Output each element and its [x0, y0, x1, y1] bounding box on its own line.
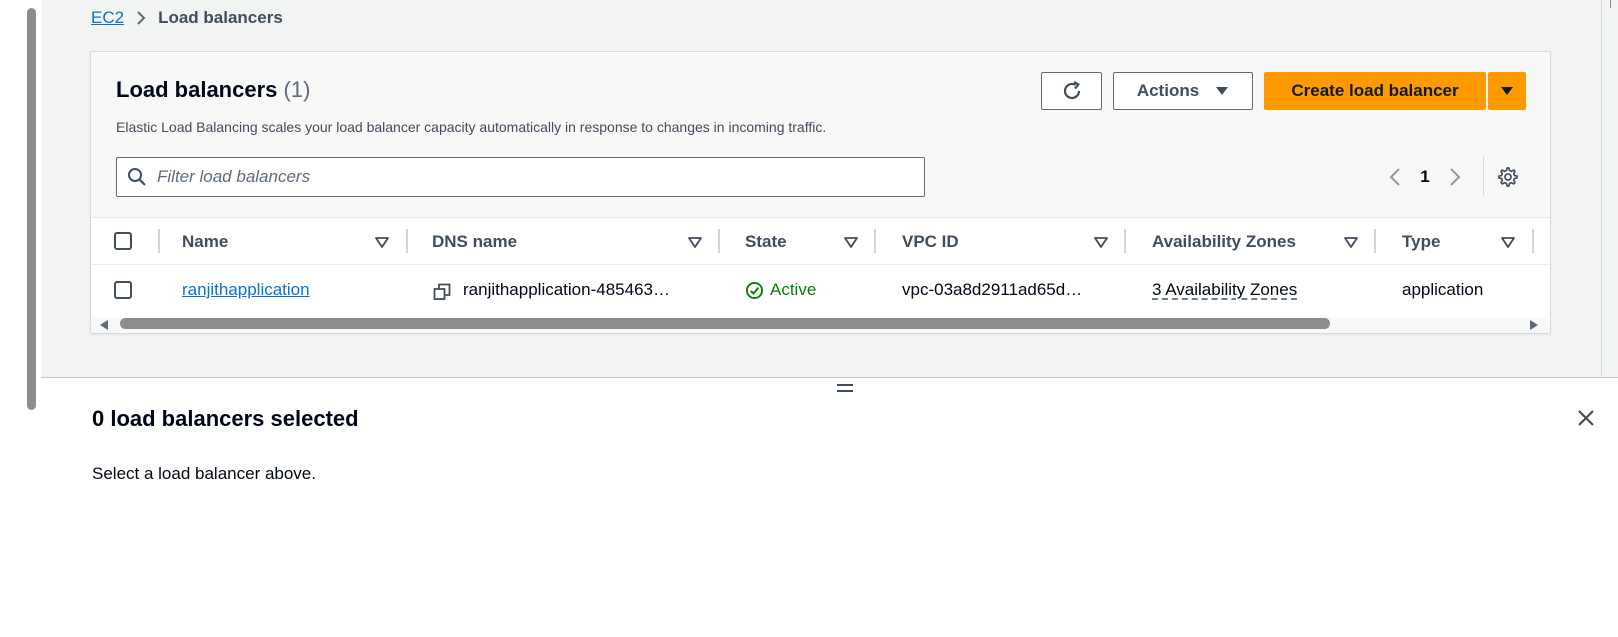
- split-panel-message: Select a load balancer above.: [92, 464, 316, 483]
- sort-icon[interactable]: [1343, 234, 1359, 250]
- column-separator: [158, 229, 160, 253]
- close-split-panel-button[interactable]: [1574, 406, 1598, 430]
- status-indicator: Active: [745, 280, 816, 300]
- left-scrollbar-thumb[interactable]: [27, 8, 36, 410]
- refresh-button[interactable]: [1041, 72, 1102, 110]
- close-icon: [1578, 410, 1594, 426]
- pager-divider: [1483, 156, 1484, 196]
- scroll-left-arrow-icon[interactable]: [99, 319, 109, 331]
- caret-down-icon: [1501, 87, 1513, 95]
- right-divider: [1601, 0, 1602, 378]
- table-header: [91, 218, 1550, 264]
- column-separator[interactable]: [874, 229, 876, 253]
- actions-label: Actions: [1136, 81, 1200, 100]
- column-header-name[interactable]: Name: [182, 232, 228, 252]
- table-row[interactable]: [91, 265, 1550, 317]
- previous-page-button[interactable]: [1380, 162, 1410, 192]
- status-text: Active: [770, 280, 817, 299]
- refresh-icon: [1063, 81, 1080, 100]
- horizontal-scrollbar-thumb[interactable]: [120, 318, 1330, 329]
- caret-down-icon: [1216, 87, 1229, 95]
- type-value: application: [1402, 280, 1484, 299]
- next-page-button[interactable]: [1440, 162, 1470, 192]
- preferences-button[interactable]: [1494, 163, 1522, 191]
- column-separator[interactable]: [1374, 229, 1376, 253]
- column-header-availability-zones[interactable]: Availability Zones: [1152, 232, 1296, 252]
- load-balancer-name-link[interactable]: ranjithapplication: [182, 280, 310, 300]
- scroll-right-arrow-icon[interactable]: [1529, 319, 1539, 331]
- pagination: 1: [1380, 162, 1470, 192]
- status-check-icon: [745, 281, 764, 299]
- split-panel-title: 0 load balancers selected: [92, 406, 359, 431]
- vpc-id-value: vpc-03a8d2911ad65d…: [902, 280, 1083, 299]
- panel-title: Load balancers (1): [116, 77, 310, 103]
- sort-icon[interactable]: [374, 234, 390, 250]
- sort-icon[interactable]: [843, 234, 859, 250]
- availability-zones-popover[interactable]: 3 Availability Zones: [1152, 280, 1297, 300]
- filter-search-field[interactable]: [116, 157, 925, 197]
- select-all-checkbox[interactable]: [114, 232, 132, 250]
- column-separator[interactable]: [718, 229, 720, 253]
- chevron-right-icon: [1450, 168, 1461, 186]
- breadcrumb-ec2-link[interactable]: EC2: [91, 8, 124, 28]
- sort-icon[interactable]: [1500, 234, 1516, 250]
- search-icon: [128, 168, 146, 186]
- chevron-right-icon: [136, 10, 146, 26]
- create-load-balancer-button[interactable]: Create load balancer: [1264, 72, 1486, 110]
- copy-icon[interactable]: [433, 283, 451, 301]
- panel-title-text: Load balancers: [116, 77, 278, 102]
- sort-icon[interactable]: [687, 234, 703, 250]
- sort-icon[interactable]: [1093, 234, 1109, 250]
- dns-name-value: ranjithapplication-485463…: [463, 280, 670, 299]
- panel-description: Elastic Load Balancing scales your load …: [116, 119, 827, 135]
- panel-count: (1): [283, 77, 311, 102]
- split-panel-resize-handle[interactable]: [837, 384, 853, 396]
- breadcrumb: EC2 Load balancers: [91, 8, 283, 28]
- edge-mark: [1610, 0, 1611, 8]
- chevron-left-icon: [1389, 168, 1400, 186]
- create-label: Create load balancer: [1291, 81, 1459, 100]
- search-input[interactable]: [157, 167, 897, 187]
- row-checkbox[interactable]: [114, 281, 132, 299]
- column-header-dns-name[interactable]: DNS name: [432, 232, 517, 252]
- column-separator[interactable]: [406, 229, 408, 253]
- gear-icon: [1498, 167, 1518, 187]
- column-separator[interactable]: [1532, 229, 1534, 253]
- column-header-state[interactable]: State: [745, 232, 787, 252]
- actions-button[interactable]: Actions: [1113, 72, 1253, 110]
- column-separator[interactable]: [1124, 229, 1126, 253]
- column-header-type[interactable]: Type: [1402, 232, 1440, 252]
- create-dropdown-button[interactable]: [1488, 72, 1526, 110]
- column-header-vpc-id[interactable]: VPC ID: [902, 232, 959, 252]
- page-number[interactable]: 1: [1410, 167, 1440, 187]
- breadcrumb-current: Load balancers: [158, 8, 283, 27]
